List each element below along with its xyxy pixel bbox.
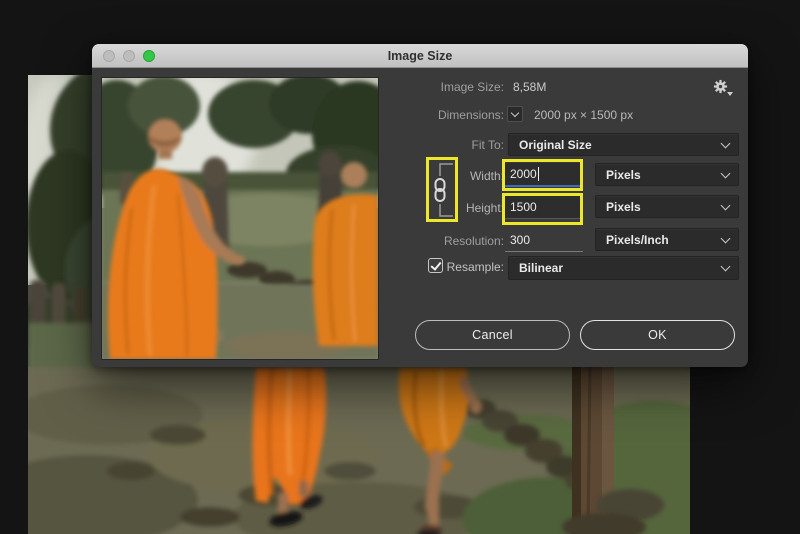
dimensions-unit-dropdown[interactable]	[507, 106, 523, 122]
width-unit-dropdown[interactable]: Pixels	[595, 163, 739, 186]
fit-to-dropdown[interactable]: Original Size	[508, 133, 739, 156]
chevron-down-icon	[721, 168, 731, 178]
chevron-down-icon	[721, 138, 731, 148]
resolution-unit-value: Pixels/Inch	[606, 233, 669, 247]
chevron-down-icon	[721, 200, 731, 210]
image-size-label: Image Size:	[92, 80, 504, 94]
resolution-input[interactable]: 300	[505, 228, 583, 252]
dialog-titlebar[interactable]: Image Size	[92, 44, 748, 68]
resample-label: Resample:	[92, 260, 504, 274]
height-unit-dropdown[interactable]: Pixels	[595, 195, 739, 218]
dimensions-value: 2000 px × 1500 px	[534, 108, 633, 122]
height-unit-value: Pixels	[606, 200, 641, 214]
cancel-button[interactable]: Cancel	[415, 320, 570, 350]
resolution-value: 300	[510, 233, 530, 247]
image-size-value: 8,58M	[513, 80, 546, 94]
dimensions-label: Dimensions:	[92, 108, 504, 122]
resolution-unit-dropdown[interactable]: Pixels/Inch	[595, 228, 739, 251]
gear-icon[interactable]	[713, 79, 733, 97]
width-unit-value: Pixels	[606, 168, 641, 182]
link-highlight-box	[426, 157, 458, 222]
image-size-dialog: Image Size	[92, 44, 748, 367]
width-highlight-box	[502, 159, 583, 191]
chevron-down-icon	[721, 233, 731, 243]
resample-dropdown[interactable]: Bilinear	[508, 256, 739, 280]
resample-value: Bilinear	[519, 261, 563, 275]
gear-dropdown-arrow-icon	[727, 92, 733, 96]
height-highlight-box	[502, 193, 583, 225]
dialog-title: Image Size	[92, 44, 748, 68]
fit-to-value: Original Size	[519, 138, 592, 152]
chevron-down-icon	[511, 109, 519, 117]
resolution-label: Resolution:	[92, 234, 504, 248]
fit-to-label: Fit To:	[92, 138, 504, 152]
ok-button[interactable]: OK	[580, 320, 735, 350]
chevron-down-icon	[721, 262, 731, 272]
